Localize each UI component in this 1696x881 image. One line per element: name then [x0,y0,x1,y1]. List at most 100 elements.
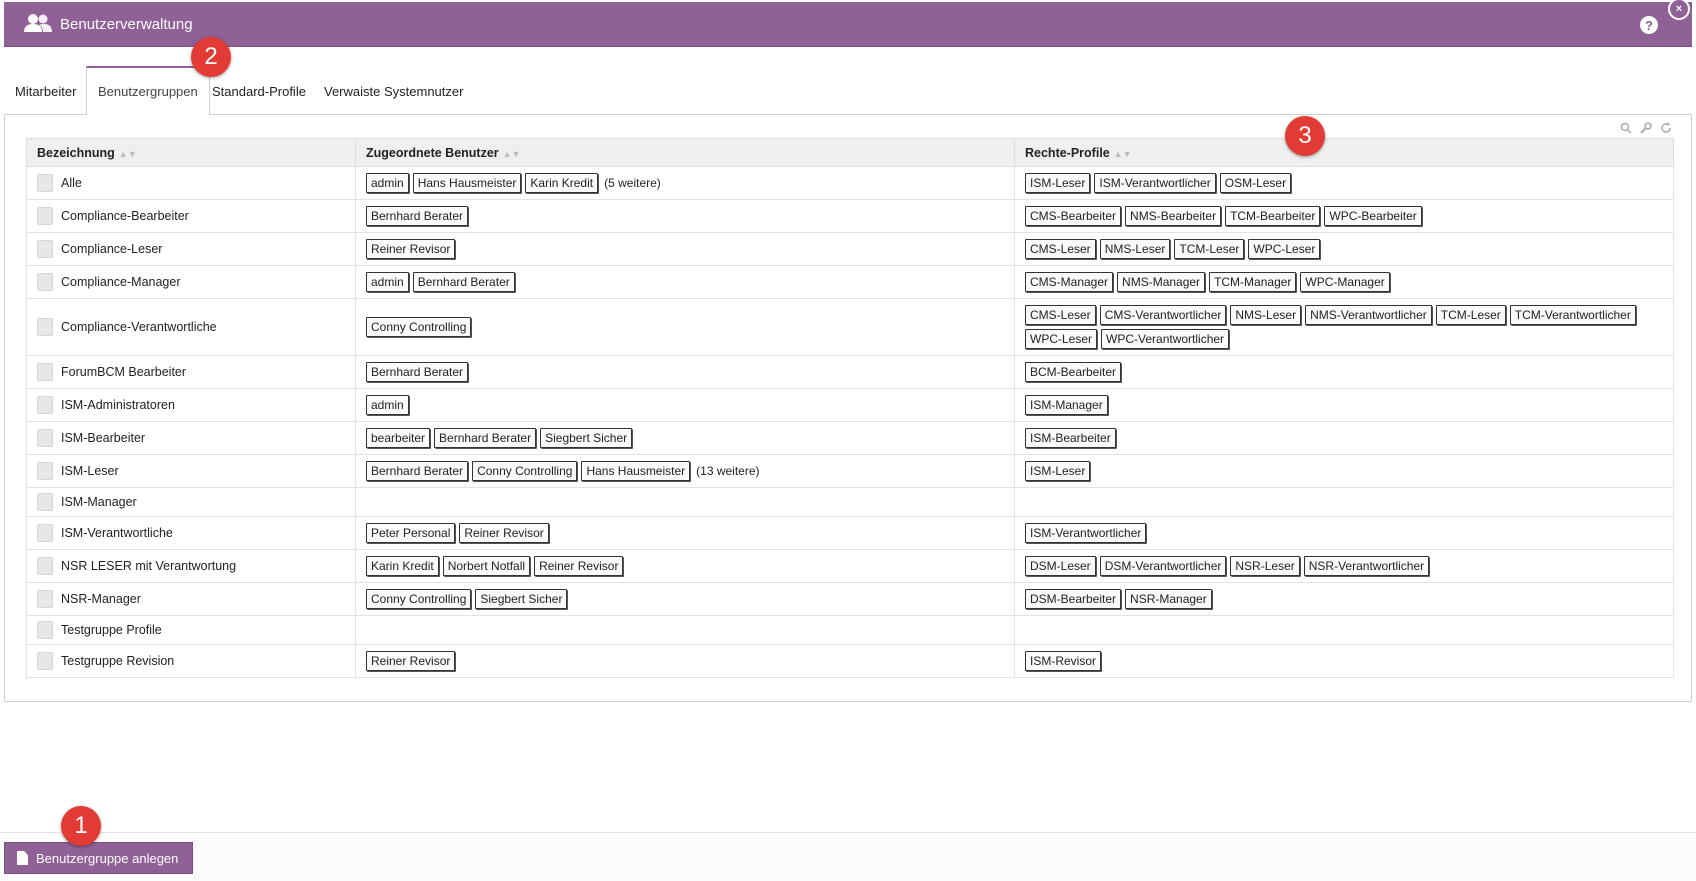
table-row[interactable]: Alle admin Hans Hausmeister Karin Kredit (5 … [26,166,1674,200]
profile-tag[interactable]: ISM-Manager [1025,395,1108,415]
profile-tag[interactable]: CMS-Bearbeiter [1025,206,1122,226]
user-tag[interactable]: Conny Controlling [472,461,578,481]
profile-tag[interactable]: ISM-Revisor [1025,651,1102,671]
profile-tag[interactable]: ISM-Leser [1025,461,1091,481]
profile-tag[interactable]: ISM-Verantwortlicher [1094,173,1216,193]
table-row[interactable]: Compliance-Manager admin Bernhard Berater C… [26,265,1674,299]
table-row[interactable]: ISM-Leser Bernhard Berater Conny Controlli… [26,454,1674,488]
user-tag[interactable]: Reiner Revisor [459,523,549,543]
profile-tag[interactable]: TCM-Manager [1209,272,1297,292]
profile-tag[interactable]: DSM-Verantwortlicher [1099,556,1227,576]
profile-tag[interactable]: NMS-Bearbeiter [1125,206,1222,226]
user-tag[interactable]: admin [366,272,409,292]
group-name-cell[interactable]: NSR-Manager [26,582,356,616]
group-name-cell[interactable]: ISM-Manager [26,487,356,517]
user-tag[interactable]: Bernhard Berater [366,461,469,481]
user-tag[interactable]: Karin Kredit [366,556,439,576]
group-name-cell[interactable]: ISM-Verantwortliche [26,516,356,550]
table-row[interactable]: Compliance-Verantwortliche Conny Controll… [26,298,1674,356]
user-tag[interactable]: Siegbert Sicher [540,428,633,448]
user-tag[interactable]: Reiner Revisor [366,651,456,671]
group-name-cell[interactable]: Compliance-Leser [26,232,356,266]
wrench-icon[interactable] [1639,122,1653,137]
profile-tag[interactable]: ISM-Verantwortlicher [1025,523,1147,543]
profile-tag[interactable]: WPC-Leser [1025,329,1098,349]
help-icon[interactable]: ? [1640,16,1658,34]
profile-tag[interactable]: OSM-Leser [1219,173,1292,193]
table-row[interactable]: Testgruppe Profile [26,615,1674,645]
user-tag[interactable]: Siegbert Sicher [475,589,568,609]
user-tag[interactable]: Reiner Revisor [366,239,456,259]
user-tag[interactable]: Karin Kredit [525,173,599,193]
profile-tag[interactable]: WPC-Verantwortlicher [1101,329,1230,349]
tab-mitarbeiter[interactable]: Mitarbeiter [4,66,87,116]
user-tag[interactable]: Conny Controlling [366,317,472,337]
group-name-cell[interactable]: Compliance-Manager [26,265,356,299]
column-header-zugeordnete-benutzer[interactable]: Zugeordnete Benutzer ▲▼ [355,138,1015,167]
profile-tag[interactable]: CMS-Manager [1025,272,1114,292]
profile-tag[interactable]: WPC-Manager [1300,272,1390,292]
group-name-cell[interactable]: ISM-Administratoren [26,388,356,422]
refresh-icon[interactable] [1659,122,1673,137]
profile-tag[interactable]: ISM-Leser [1025,173,1091,193]
table-row[interactable]: Testgruppe Revision Reiner Revisor ISM-Rev… [26,644,1674,678]
group-name-cell[interactable]: Compliance-Verantwortliche [26,298,356,356]
user-tag[interactable]: Bernhard Berater [366,362,469,382]
table-row[interactable]: NSR-Manager Conny Controlling Siegbert Sic… [26,582,1674,616]
profile-tag[interactable]: CMS-Leser [1025,239,1096,259]
group-name-cell[interactable]: Compliance-Bearbeiter [26,199,356,233]
create-user-group-button[interactable]: Benutzergruppe anlegen [4,842,193,874]
user-tag[interactable]: Peter Personal [366,523,456,543]
user-tag[interactable]: Reiner Revisor [534,556,624,576]
close-icon[interactable]: × [1668,0,1690,20]
table-row[interactable]: ISM-Administratoren admin ISM-Manager [26,388,1674,422]
table-row[interactable]: ForumBCM Bearbeiter Bernhard Berater BCM-B… [26,355,1674,389]
table-row[interactable]: Compliance-Leser Reiner Revisor CMS-Leser N… [26,232,1674,266]
profile-tag[interactable]: NMS-Leser [1230,305,1302,325]
user-tag[interactable]: Hans Hausmeister [412,173,522,193]
user-tag[interactable]: Bernhard Berater [412,272,515,292]
group-name-cell[interactable]: ISM-Bearbeiter [26,421,356,455]
user-tag[interactable]: Bernhard Berater [366,206,469,226]
profile-tag[interactable]: NMS-Leser [1099,239,1171,259]
user-tag[interactable]: Hans Hausmeister [581,461,691,481]
profile-tag[interactable]: NSR-Manager [1125,589,1212,609]
profile-tag[interactable]: WPC-Bearbeiter [1324,206,1422,226]
user-tag[interactable]: Norbert Notfall [442,556,531,576]
table-row[interactable]: ISM-Bearbeiter bearbeiter Bernhard Berater… [26,421,1674,455]
profile-tag[interactable]: CMS-Verantwortlicher [1099,305,1227,325]
user-tag[interactable]: Conny Controlling [366,589,472,609]
profile-tag[interactable]: NSR-Verantwortlicher [1303,556,1430,576]
profile-tag[interactable]: DSM-Bearbeiter [1025,589,1122,609]
profile-tag[interactable]: TCM-Verantwortlicher [1509,305,1636,325]
table-row[interactable]: ISM-Verantwortliche Peter Personal Reiner … [26,516,1674,550]
table-row[interactable]: Compliance-Bearbeiter Bernhard Berater CMS… [26,199,1674,233]
tab-verwaiste-systemnutzer[interactable]: Verwaiste Systemnutzer [313,66,474,116]
profile-tag[interactable]: NMS-Manager [1117,272,1206,292]
table-row[interactable]: NSR LESER mit Verantwortung Karin Kredit N… [26,549,1674,583]
profile-tag[interactable]: NSR-Leser [1230,556,1300,576]
group-name-cell[interactable]: ForumBCM Bearbeiter [26,355,356,389]
group-name-cell[interactable]: Alle [26,166,356,200]
profile-tag[interactable]: DSM-Leser [1025,556,1096,576]
table-row[interactable]: ISM-Manager [26,487,1674,517]
group-name-cell[interactable]: Testgruppe Profile [26,615,356,645]
profile-tag[interactable]: TCM-Leser [1435,305,1506,325]
profile-tag[interactable]: CMS-Leser [1025,305,1096,325]
search-icon[interactable] [1619,122,1633,137]
group-name-cell[interactable]: Testgruppe Revision [26,644,356,678]
user-tag[interactable]: bearbeiter [366,428,431,448]
user-tag[interactable]: Bernhard Berater [434,428,537,448]
profile-tag[interactable]: BCM-Bearbeiter [1025,362,1122,382]
user-tag[interactable]: admin [366,173,409,193]
group-name-cell[interactable]: ISM-Leser [26,454,356,488]
group-name-cell[interactable]: NSR LESER mit Verantwortung [26,549,356,583]
profile-tag[interactable]: TCM-Bearbeiter [1225,206,1321,226]
profile-tag[interactable]: NMS-Verantwortlicher [1305,305,1432,325]
column-header-bezeichnung[interactable]: Bezeichnung ▲▼ [26,138,356,167]
user-tag[interactable]: admin [366,395,409,415]
profile-tag[interactable]: WPC-Leser [1248,239,1321,259]
column-header-rechte-profile[interactable]: Rechte-Profile ▲▼ [1014,138,1674,167]
profile-tag[interactable]: TCM-Leser [1174,239,1245,259]
tab-benutzergruppen[interactable]: Benutzergruppen [86,66,210,116]
